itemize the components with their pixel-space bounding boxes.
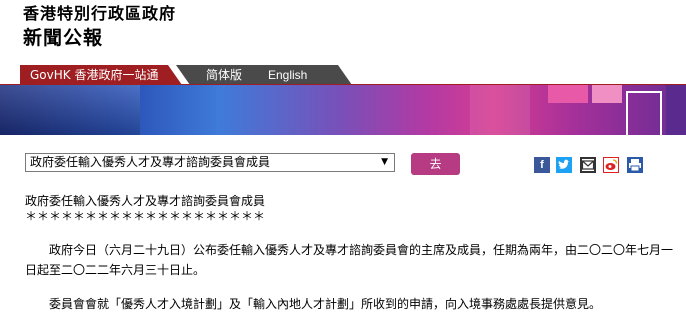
simplified-chinese-link[interactable]: 简体版	[206, 65, 242, 85]
weibo-icon[interactable]	[603, 157, 619, 173]
twitter-icon[interactable]	[556, 157, 572, 173]
article: 政府委任輸入優秀人才及專才諮詢委員會成員 ＊＊＊＊＊＊＊＊＊＊＊＊＊＊＊＊＊＊＊…	[25, 193, 675, 314]
gov-name: 香港特別行政區政府	[23, 4, 177, 23]
facebook-icon[interactable]: f	[534, 157, 550, 173]
paragraph-2: 委員會會就「優秀人才入境計劃」及「輸入內地人才計劃」所收到的申請，向入境事務處處…	[49, 297, 602, 311]
article-title: 政府委任輸入優秀人才及專才諮詢委員會成員	[25, 194, 266, 208]
site-title: 香港特別行政區政府 新聞公報	[23, 6, 176, 48]
press-release-select[interactable]: 政府委任輸入優秀人才及專才諮詢委員會成員 ▼	[25, 153, 395, 172]
mail-icon[interactable]	[580, 157, 596, 173]
title-underline-stars: ＊＊＊＊＊＊＊＊＊＊＊＊＊＊＊＊＊＊＊＊	[25, 209, 266, 223]
govhk-link[interactable]: GovHK 香港政府一站通	[20, 65, 182, 85]
press-release-title: 新聞公報	[23, 27, 104, 49]
print-icon[interactable]	[627, 157, 643, 173]
paragraph-1: 政府今日（六月二十九日）公布委任輸入優秀人才及專才諮詢委員會的主席及成員，任期為…	[25, 243, 674, 277]
english-link[interactable]: English	[268, 65, 307, 85]
top-nav: GovHK 香港政府一站通 简体版 English	[0, 65, 686, 86]
language-switcher: 简体版 English	[176, 65, 352, 85]
dropdown-arrow-icon: ▼	[381, 157, 388, 167]
header-banner	[0, 85, 686, 135]
select-value: 政府委任輸入優秀人才及專才諮詢委員會成員	[30, 155, 271, 169]
go-button[interactable]: 去	[411, 153, 460, 175]
